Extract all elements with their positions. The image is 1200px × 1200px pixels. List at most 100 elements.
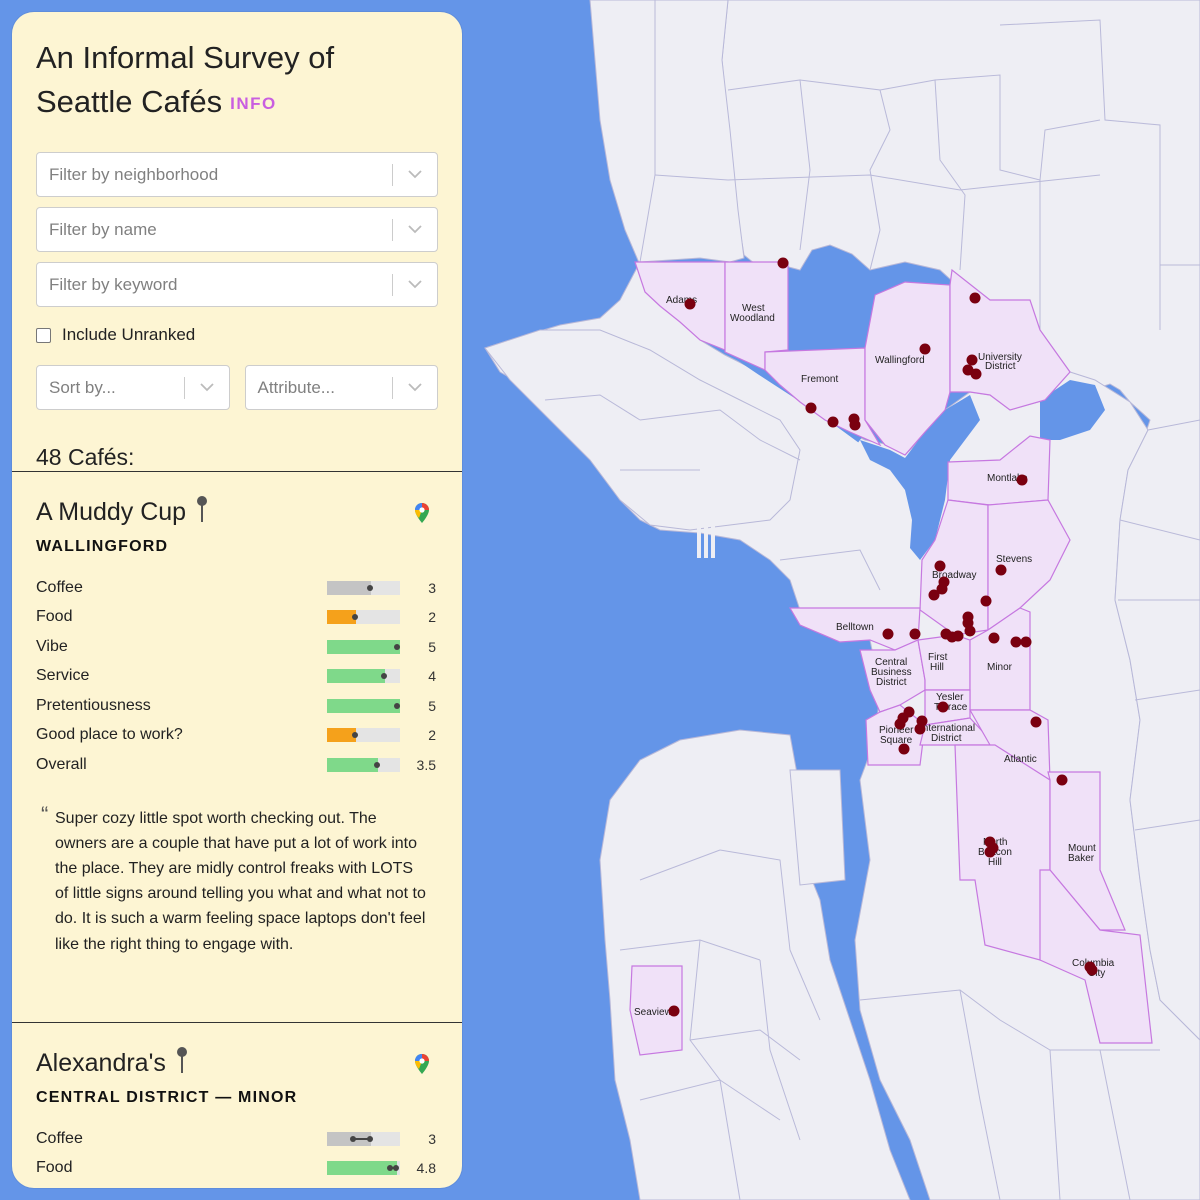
rating-value: 4.8	[416, 1160, 436, 1177]
cafe-marker[interactable]	[1056, 774, 1068, 786]
cafe-marker[interactable]	[894, 718, 906, 730]
cafe-marker[interactable]	[969, 292, 981, 304]
keyword-filter-placeholder: Filter by keyword	[49, 274, 178, 294]
attribute-select[interactable]: Attribute...	[244, 365, 438, 410]
piers	[697, 520, 715, 558]
title-line-2: Seattle Cafés	[36, 84, 223, 119]
cafe-card[interactable]: A Muddy Cup WALLINGFORD Coffee 3 Food 2 Vibe…	[12, 472, 462, 1023]
chevron-down-icon[interactable]	[393, 383, 437, 392]
rating-bar	[327, 669, 400, 684]
cafe-marker[interactable]	[684, 298, 696, 310]
label-belltown: Belltown	[836, 622, 874, 633]
cafe-marker[interactable]	[934, 560, 946, 572]
rating-dot	[394, 702, 400, 709]
cafe-card[interactable]: Alexandra's CENTRAL DISTRICT — MINOR Cof…	[12, 1023, 462, 1188]
info-link[interactable]: INFO	[230, 94, 277, 113]
cafe-marker[interactable]	[970, 368, 982, 380]
cafe-marker[interactable]	[919, 343, 931, 355]
chevron-down-icon[interactable]	[185, 383, 229, 392]
label-fremont: Fremont	[801, 374, 838, 385]
cafe-marker[interactable]	[952, 630, 964, 642]
cafe-marker[interactable]	[995, 564, 1007, 576]
rating-label: Vibe	[36, 637, 68, 655]
quote-mark-icon: “	[41, 801, 49, 827]
label-cbd-3: District	[876, 677, 907, 688]
rating-value: 2	[428, 727, 436, 744]
cafe-marker[interactable]	[1086, 964, 1098, 976]
ratings-list: Coffee 3 Food 2 Vibe 5 Service 4 Pretentiousness…	[36, 573, 438, 780]
label-id-2: District	[931, 733, 962, 744]
cafe-marker[interactable]	[964, 625, 976, 637]
rating-bar-fill	[327, 698, 400, 713]
cafe-marker[interactable]	[849, 419, 861, 431]
name-filter-placeholder: Filter by name	[49, 219, 157, 239]
cafe-marker[interactable]	[928, 589, 940, 601]
panel-header: An Informal Survey of Seattle Cafés INFO …	[12, 12, 462, 472]
chevron-down-icon[interactable]	[393, 170, 437, 179]
cafe-title: A Muddy Cup	[36, 495, 438, 530]
cafe-marker[interactable]	[1030, 716, 1042, 728]
rating-row-service: Service 4	[36, 662, 438, 692]
rating-bar-fill	[327, 639, 400, 654]
title-line-1: An Informal Survey of	[36, 40, 335, 75]
label-pioneer-2: Square	[880, 735, 913, 746]
rating-row-pretentiousness: Pretentiousness 5	[36, 691, 438, 721]
cafe-marker[interactable]	[980, 595, 992, 607]
cafe-marker[interactable]	[1016, 474, 1028, 486]
rating-bar-fill	[327, 580, 371, 595]
cafe-marker[interactable]	[777, 257, 789, 269]
review-text: Super cozy little spot worth checking ou…	[55, 809, 426, 953]
neighborhood-filter-select[interactable]: Filter by neighborhood	[36, 152, 438, 197]
cafe-marker[interactable]	[1010, 636, 1022, 648]
include-unranked-label[interactable]: Include Unranked	[62, 325, 195, 345]
rating-bar-fill	[327, 757, 379, 772]
rating-label: Pretentiousness	[36, 696, 151, 714]
rating-label: Service	[36, 667, 90, 685]
chevron-down-icon[interactable]	[393, 280, 437, 289]
cafe-name[interactable]: A Muddy Cup	[36, 498, 186, 527]
google-maps-icon[interactable]	[414, 502, 430, 529]
include-unranked-row[interactable]: Include Unranked	[36, 325, 438, 345]
label-university-district-2: District	[985, 361, 1016, 372]
cafe-marker[interactable]	[988, 632, 1000, 644]
neighborhood-filter-placeholder: Filter by neighborhood	[49, 164, 219, 184]
label-seaview: Seaview	[634, 1007, 673, 1018]
rating-value: 4	[428, 668, 436, 685]
keyword-filter-select[interactable]: Filter by keyword	[36, 262, 438, 307]
pin-icon[interactable]	[176, 1046, 188, 1081]
sidebar-panel: An Informal Survey of Seattle Cafés INFO …	[12, 12, 462, 1188]
rating-bar	[327, 728, 400, 743]
label-broadway: Broadway	[932, 570, 976, 581]
cafe-name[interactable]: Alexandra's	[36, 1049, 166, 1078]
rating-min-dot	[386, 1165, 393, 1172]
rating-row-coffee: Coffee 3	[36, 573, 438, 603]
rating-row-food: Food 2	[36, 603, 438, 633]
chevron-down-icon[interactable]	[393, 225, 437, 234]
rating-row-vibe: Vibe 5	[36, 632, 438, 662]
rating-bar	[327, 610, 400, 625]
pin-icon[interactable]	[196, 495, 208, 530]
cafe-marker[interactable]	[898, 743, 910, 755]
cafe-marker[interactable]	[984, 846, 996, 858]
rating-label: Coffee	[36, 1129, 83, 1147]
sort-select[interactable]: Sort by...	[36, 365, 230, 410]
name-filter-select[interactable]: Filter by name	[36, 207, 438, 252]
rating-bar	[327, 1131, 400, 1146]
cafe-neighborhood: WALLINGFORD	[36, 538, 169, 555]
cafe-marker[interactable]	[1020, 636, 1032, 648]
cafe-marker[interactable]	[668, 1005, 680, 1017]
cafe-marker[interactable]	[827, 416, 839, 428]
cafe-marker[interactable]	[909, 628, 921, 640]
cafe-marker[interactable]	[966, 354, 978, 366]
cafe-marker[interactable]	[914, 723, 926, 735]
rating-bar	[327, 757, 400, 772]
cafe-marker[interactable]	[937, 701, 949, 713]
cafe-marker[interactable]	[882, 628, 894, 640]
include-unranked-checkbox[interactable]	[36, 327, 51, 343]
cafe-marker[interactable]	[805, 402, 817, 414]
rating-value: 3	[428, 579, 436, 596]
rating-dot	[393, 1165, 400, 1172]
cafe-review: “ Super cozy little spot worth checking …	[36, 802, 438, 957]
google-maps-icon[interactable]	[414, 1053, 430, 1080]
label-wallingford: Wallingford	[875, 355, 925, 366]
